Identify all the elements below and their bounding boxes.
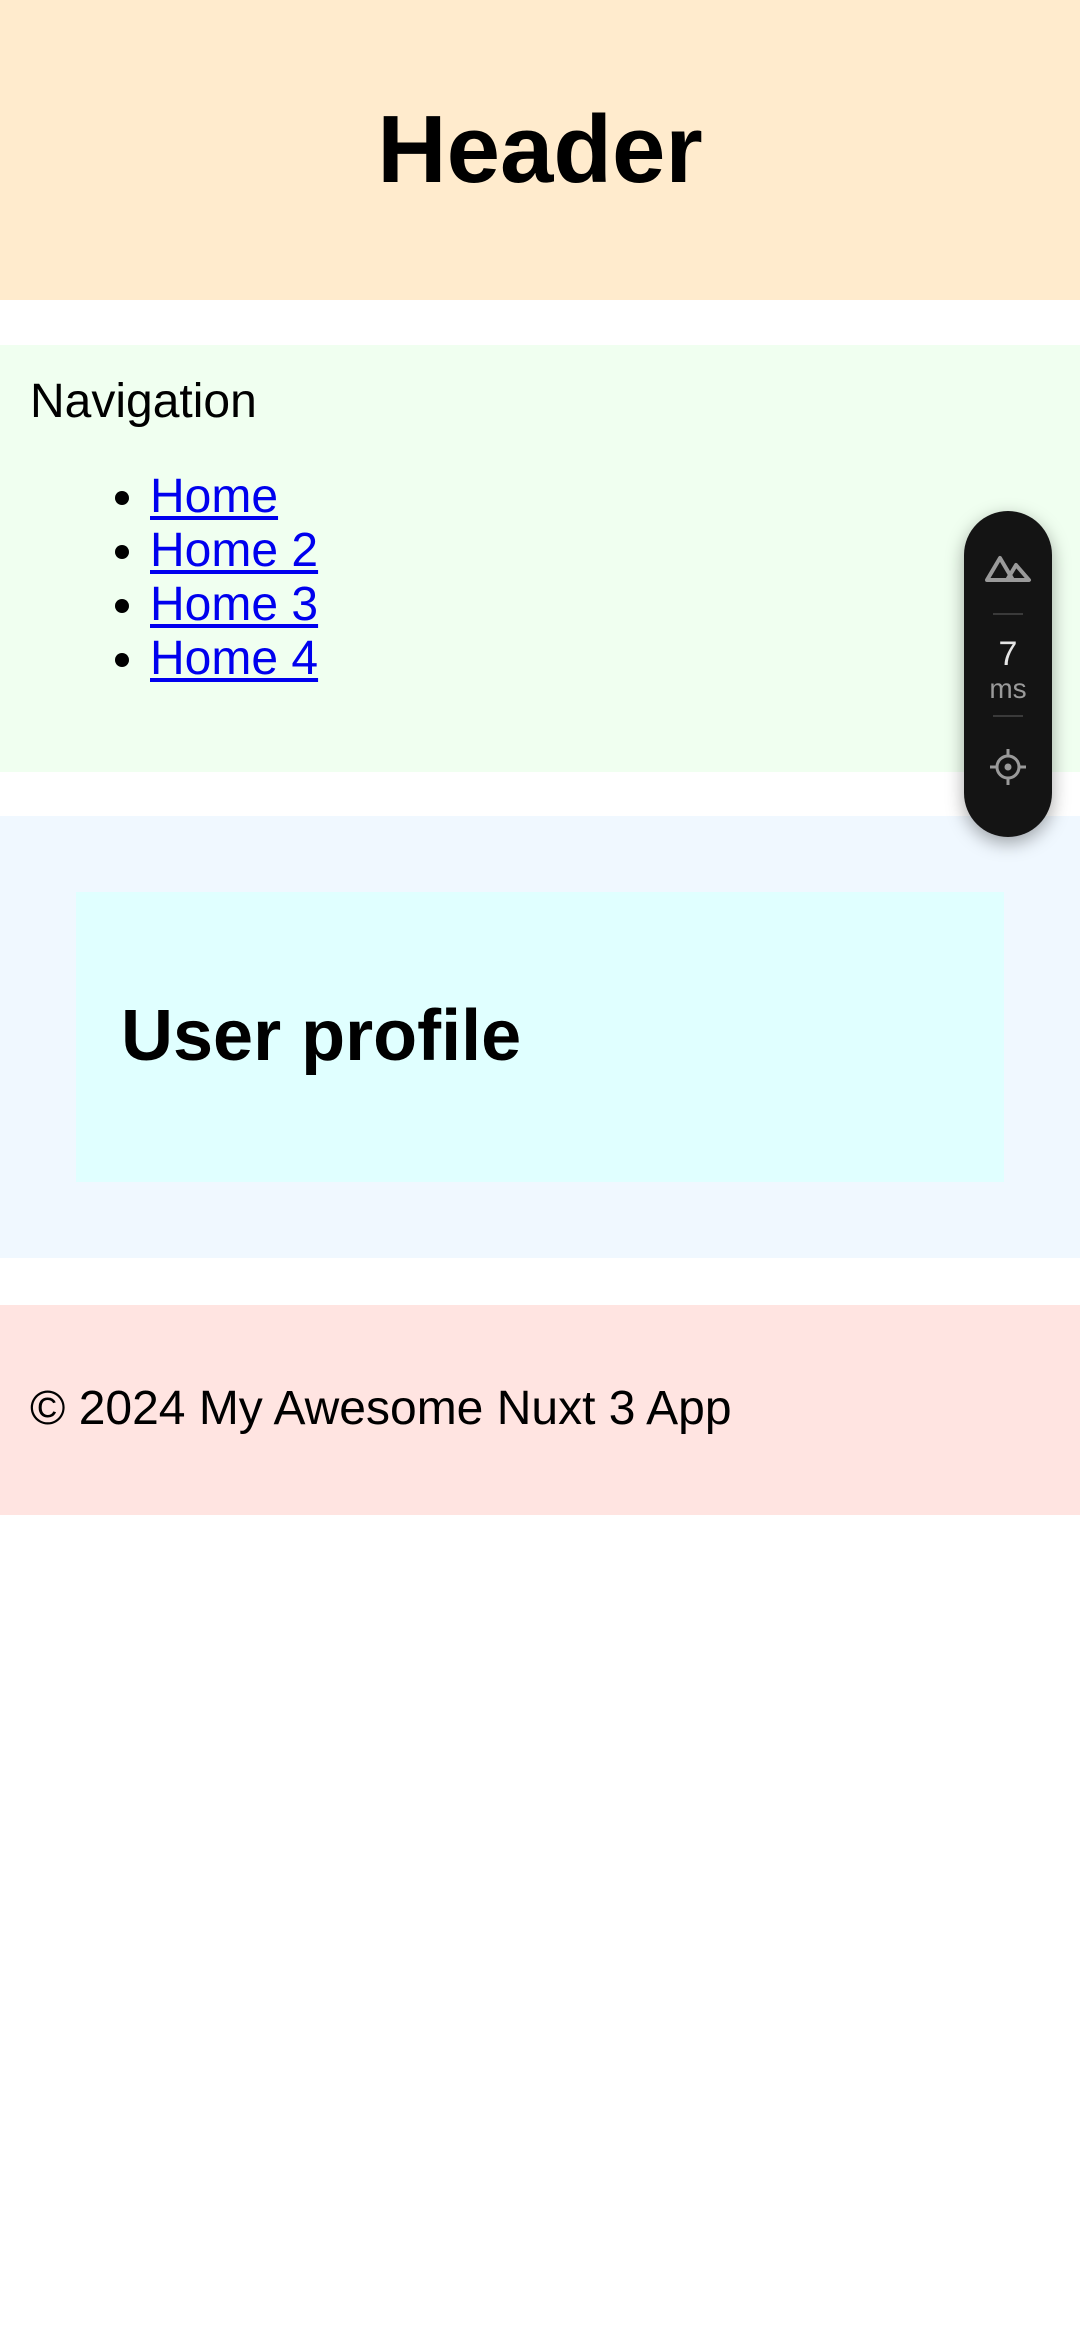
header: Header bbox=[0, 0, 1080, 300]
nuxt-logo-icon[interactable] bbox=[983, 549, 1033, 585]
nav-link-home-4[interactable]: Home 4 bbox=[150, 632, 318, 685]
inspect-crosshair-icon[interactable] bbox=[988, 747, 1028, 787]
nav-link-home-2[interactable]: Home 2 bbox=[150, 524, 318, 577]
user-profile-card: User profile bbox=[76, 892, 1004, 1182]
nav-list-item: Home 2 bbox=[150, 524, 318, 578]
footer-copyright: © 2024 My Awesome Nuxt 3 App bbox=[30, 1382, 732, 1435]
footer: © 2024 My Awesome Nuxt 3 App bbox=[0, 1305, 1080, 1515]
nuxt-devtools-panel[interactable]: 7 ms bbox=[964, 511, 1052, 837]
devtools-divider bbox=[993, 613, 1023, 615]
user-profile-title: User profile bbox=[121, 996, 522, 1076]
navigation-title: Navigation bbox=[30, 375, 257, 428]
navigation-section: Navigation Home Home 2 Home 3 Home 4 bbox=[0, 345, 1080, 772]
nav-list-item: Home 4 bbox=[150, 632, 318, 686]
nav-link-home[interactable]: Home bbox=[150, 470, 278, 523]
render-time-unit: ms bbox=[989, 673, 1027, 704]
nav-list-item: Home 3 bbox=[150, 578, 318, 632]
page: Header Navigation Home Home 2 Home 3 Hom… bbox=[0, 0, 1080, 2340]
render-time-value: 7 bbox=[998, 635, 1018, 673]
header-title: Header bbox=[377, 96, 703, 203]
nav-link-list: Home Home 2 Home 3 Home 4 bbox=[90, 470, 318, 686]
nav-list-item: Home bbox=[150, 470, 318, 524]
main-content: User profile bbox=[0, 816, 1080, 1258]
nav-link-home-3[interactable]: Home 3 bbox=[150, 578, 318, 631]
devtools-divider bbox=[993, 715, 1023, 717]
